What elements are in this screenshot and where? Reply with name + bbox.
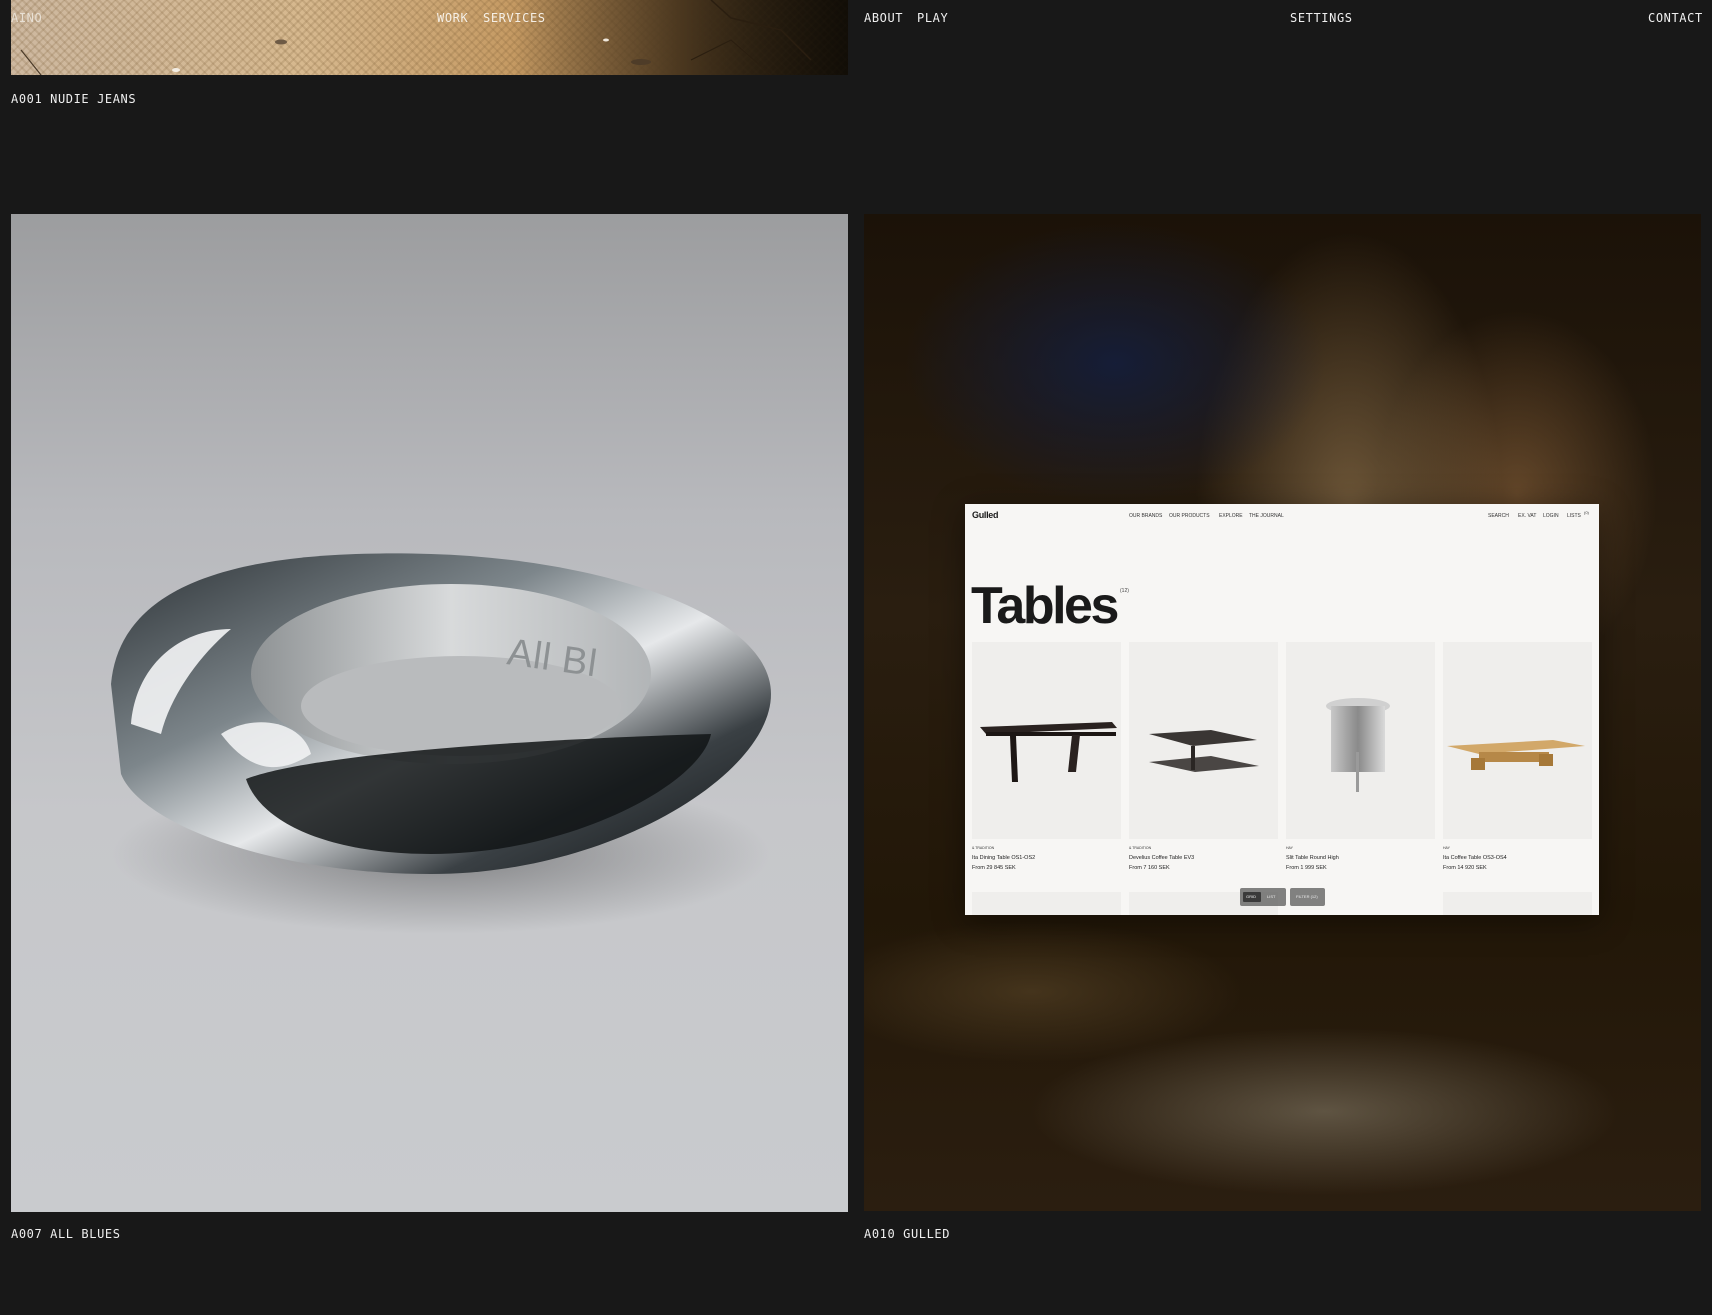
product-card-next — [1443, 892, 1592, 915]
gulled-heading: Tables — [971, 577, 1119, 635]
product-brand: HAY — [1443, 846, 1450, 850]
gulled-nav-brands: OUR BRANDS — [1129, 513, 1163, 519]
product-price: From 14 920 SEK — [1443, 865, 1487, 871]
wood-coffee-table-illustration — [1447, 740, 1585, 770]
logo-link[interactable]: AINO — [11, 11, 42, 25]
product-price: From 7 160 SEK — [1129, 865, 1170, 871]
silver-ring-illustration: All Bl — [111, 553, 771, 934]
gulled-nav-journal: THE JOURNAL — [1249, 513, 1284, 519]
coffee-table-illustration — [1149, 730, 1259, 772]
gulled-search: SEARCH — [1488, 513, 1509, 519]
product-card: HAY Ita Coffee Table OS3-OS4 From 14 920… — [1443, 642, 1592, 871]
nav-about[interactable]: ABOUT — [864, 11, 903, 25]
product-card-next — [972, 892, 1121, 915]
view-list-label: LIST — [1267, 894, 1276, 899]
gulled-login: LOGIN — [1543, 513, 1559, 519]
project-caption-all-blues[interactable]: A007 ALL BLUES — [11, 1227, 121, 1241]
project-caption-gulled[interactable]: A010 GULLED — [864, 1227, 950, 1241]
project-caption-nudie[interactable]: A001 NUDIE JEANS — [11, 92, 136, 106]
pavement-crack-illustration — [20, 0, 812, 75]
product-card: HAY Slit Table Round High From 1 999 SEK — [1286, 642, 1435, 871]
gulled-nav-products: OUR PRODUCTS — [1169, 513, 1210, 519]
nav-contact[interactable]: CONTACT — [1648, 11, 1703, 25]
gulled-count: (12) — [1120, 588, 1129, 594]
nav-settings[interactable]: SETTINGS — [1290, 11, 1353, 25]
gulled-site-screenshot: Gulled OUR BRANDS OUR PRODUCTS EXPLORE T… — [965, 504, 1599, 915]
project-image-gulled[interactable]: Gulled OUR BRANDS OUR PRODUCTS EXPLORE T… — [864, 214, 1701, 1211]
dining-table-illustration — [980, 722, 1117, 782]
nav-work[interactable]: WORK — [437, 11, 468, 25]
filter-button: FILTER (12) — [1290, 888, 1325, 906]
side-table-illustration — [1326, 698, 1390, 792]
nav-services[interactable]: SERVICES — [483, 11, 546, 25]
product-card: & TRADITION Ita Dining Table OS1-OS2 Fro… — [972, 642, 1121, 871]
product-name: Ita Coffee Table OS3-OS4 — [1443, 855, 1507, 861]
view-toggle: GRID LIST — [1240, 888, 1286, 906]
gulled-lists: LISTS — [1567, 513, 1581, 519]
project-image-nudie-jeans[interactable] — [11, 0, 848, 75]
product-price: From 29 845 SEK — [972, 865, 1016, 871]
product-brand: HAY — [1286, 846, 1293, 850]
filter-label: FILTER (12) — [1296, 894, 1318, 899]
product-brand: & TRADITION — [1129, 846, 1152, 850]
gulled-logo: Gulled — [972, 510, 999, 520]
product-name: Ita Dining Table OS1-OS2 — [972, 855, 1036, 861]
nav-play[interactable]: PLAY — [917, 11, 948, 25]
product-name: Develius Coffee Table EV3 — [1129, 855, 1195, 861]
view-grid-label: GRID — [1246, 894, 1256, 899]
project-image-all-blues[interactable]: All Bl — [11, 214, 848, 1212]
gulled-vat: EX. VAT — [1518, 513, 1537, 519]
gulled-nav-explore: EXPLORE — [1219, 513, 1243, 519]
product-brand: & TRADITION — [972, 846, 995, 850]
gulled-lists-count: (0) — [1584, 510, 1589, 515]
product-name: Slit Table Round High — [1286, 855, 1339, 861]
product-card: & TRADITION Develius Coffee Table EV3 Fr… — [1129, 642, 1278, 871]
product-price: From 1 999 SEK — [1286, 865, 1327, 871]
